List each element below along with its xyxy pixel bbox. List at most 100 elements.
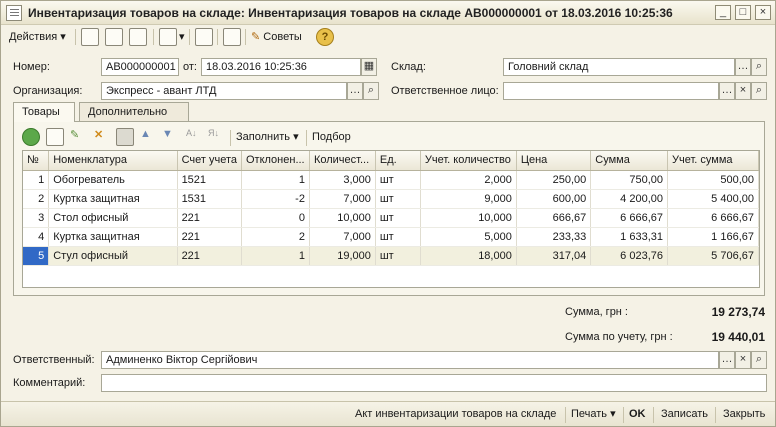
acc-quantity[interactable]: 10,000 <box>420 208 517 228</box>
advice-button[interactable]: ✎ Советы <box>251 28 302 46</box>
unit[interactable]: шт <box>375 246 421 266</box>
fill-menu-button[interactable]: Заполнить ▾ <box>236 128 299 146</box>
deviation[interactable]: 1 <box>241 246 310 266</box>
print-menu-button[interactable]: Печать ▾ <box>571 405 616 423</box>
ok-button[interactable]: OK <box>629 405 646 423</box>
org-search-icon[interactable]: ⌕ <box>363 82 379 100</box>
acc-quantity[interactable]: 5,000 <box>420 227 517 247</box>
item-name[interactable]: Куртка защитная <box>48 189 178 209</box>
account[interactable]: 1531 <box>177 189 242 209</box>
unit[interactable]: шт <box>375 170 421 190</box>
column-header[interactable]: Счет учета <box>177 151 242 171</box>
responsible-person-select-icon[interactable]: … <box>719 82 735 100</box>
warehouse-select-icon[interactable]: … <box>735 58 751 76</box>
acc-sum[interactable]: 5 706,67 <box>667 246 759 266</box>
responsible-select-icon[interactable]: … <box>719 351 735 369</box>
acc-quantity[interactable]: 18,000 <box>420 246 517 266</box>
tab-goods[interactable]: Товары <box>13 102 75 122</box>
account[interactable]: 221 <box>177 246 242 266</box>
journal-icon[interactable] <box>195 28 213 46</box>
warehouse-search-icon[interactable]: ⌕ <box>751 58 767 76</box>
org-select-icon[interactable]: … <box>347 82 363 100</box>
sum[interactable]: 6 666,67 <box>590 208 668 228</box>
list-view-icon[interactable] <box>105 28 123 46</box>
maximize-button[interactable]: □ <box>735 5 751 20</box>
actions-menu-button[interactable]: Действия ▾ <box>9 28 66 46</box>
column-header[interactable]: Отклонен... <box>241 151 310 171</box>
select-button[interactable]: Подбор <box>312 128 351 146</box>
table-row[interactable]: 2 Куртка защитная 1531 -2 7,000 шт 9,000… <box>23 189 759 209</box>
responsible-field[interactable]: Админенко Віктор Сергійович <box>101 351 719 369</box>
price[interactable]: 666,67 <box>516 208 592 228</box>
quantity[interactable]: 7,000 <box>309 227 376 247</box>
acc-quantity[interactable]: 9,000 <box>420 189 517 209</box>
acc-quantity[interactable]: 2,000 <box>420 170 517 190</box>
act-print-button[interactable]: Акт инвентаризации товаров на складе <box>355 405 556 423</box>
deviation[interactable]: 0 <box>241 208 310 228</box>
column-header[interactable]: Количест... <box>309 151 376 171</box>
unit[interactable]: шт <box>375 189 421 209</box>
go-to-icon[interactable] <box>159 28 177 46</box>
quantity[interactable]: 10,000 <box>309 208 376 228</box>
item-name[interactable]: Стол офисный <box>48 208 178 228</box>
column-header[interactable]: Цена <box>516 151 592 171</box>
edit-row-icon[interactable]: ✎ <box>70 128 88 146</box>
quantity[interactable]: 19,000 <box>309 246 376 266</box>
responsible-person-clear-icon[interactable]: × <box>735 82 751 100</box>
number-field[interactable]: АВ000000001 <box>101 58 179 76</box>
price[interactable]: 233,33 <box>516 227 592 247</box>
add-row-icon[interactable] <box>22 128 40 146</box>
column-header[interactable]: Учет. количество <box>420 151 517 171</box>
save-button[interactable]: Записать <box>661 405 708 423</box>
acc-sum[interactable]: 1 166,67 <box>667 227 759 247</box>
tab-additional[interactable]: Дополнительно <box>79 102 189 121</box>
close-window-button[interactable]: × <box>755 5 771 20</box>
column-header[interactable]: Номенклатура <box>48 151 178 171</box>
date-field[interactable]: 18.03.2016 10:25:36 <box>201 58 361 76</box>
sum[interactable]: 750,00 <box>590 170 668 190</box>
org-field[interactable]: Экспресс - авант ЛТД <box>101 82 347 100</box>
acc-sum[interactable]: 500,00 <box>667 170 759 190</box>
account[interactable]: 221 <box>177 227 242 247</box>
responsible-person-search-icon[interactable]: ⌕ <box>751 82 767 100</box>
refresh-icon[interactable] <box>129 28 147 46</box>
quantity[interactable]: 3,000 <box>309 170 376 190</box>
calendar-icon[interactable]: ▦ <box>361 58 377 76</box>
go-to-dropdown[interactable]: ▾ <box>179 28 185 46</box>
responsible-search-icon[interactable]: ⌕ <box>751 351 767 369</box>
sum[interactable]: 4 200,00 <box>590 189 668 209</box>
column-header[interactable]: Сумма <box>590 151 668 171</box>
help-button[interactable]: ? <box>316 28 334 46</box>
sort-ascending-icon[interactable]: A↓ <box>186 128 204 146</box>
item-name[interactable]: Куртка защитная <box>48 227 178 247</box>
unit[interactable]: шт <box>375 208 421 228</box>
sum[interactable]: 6 023,76 <box>590 246 668 266</box>
column-header[interactable]: Ед. <box>375 151 421 171</box>
copy-row-icon[interactable] <box>46 128 64 146</box>
responsible-person-field[interactable] <box>503 82 719 100</box>
price[interactable]: 250,00 <box>516 170 592 190</box>
sum[interactable]: 1 633,31 <box>590 227 668 247</box>
deviation[interactable]: -2 <box>241 189 310 209</box>
sort-descending-icon[interactable]: Я↓ <box>208 128 226 146</box>
account[interactable]: 1521 <box>177 170 242 190</box>
quantity[interactable]: 7,000 <box>309 189 376 209</box>
deviation[interactable]: 1 <box>241 170 310 190</box>
minimize-button[interactable]: _ <box>715 5 731 20</box>
column-header[interactable]: Учет. сумма <box>667 151 759 171</box>
structure-icon[interactable] <box>223 28 241 46</box>
price[interactable]: 600,00 <box>516 189 592 209</box>
price[interactable]: 317,04 <box>516 246 592 266</box>
acc-sum[interactable]: 5 400,00 <box>667 189 759 209</box>
delete-row-icon[interactable]: ✕ <box>94 128 112 146</box>
table-row-selected[interactable]: 5 Стул офисный 221 1 19,000 шт 18,000 31… <box>23 246 759 266</box>
warehouse-field[interactable]: Головний склад <box>503 58 735 76</box>
item-name[interactable]: Обогреватель <box>48 170 178 190</box>
responsible-clear-icon[interactable]: × <box>735 351 751 369</box>
acc-sum[interactable]: 6 666,67 <box>667 208 759 228</box>
account[interactable]: 221 <box>177 208 242 228</box>
comment-field[interactable] <box>101 374 767 392</box>
table-row[interactable]: 1 Обогреватель 1521 1 3,000 шт 2,000 250… <box>23 170 759 190</box>
move-down-icon[interactable]: ▼ <box>162 128 180 146</box>
unit[interactable]: шт <box>375 227 421 247</box>
